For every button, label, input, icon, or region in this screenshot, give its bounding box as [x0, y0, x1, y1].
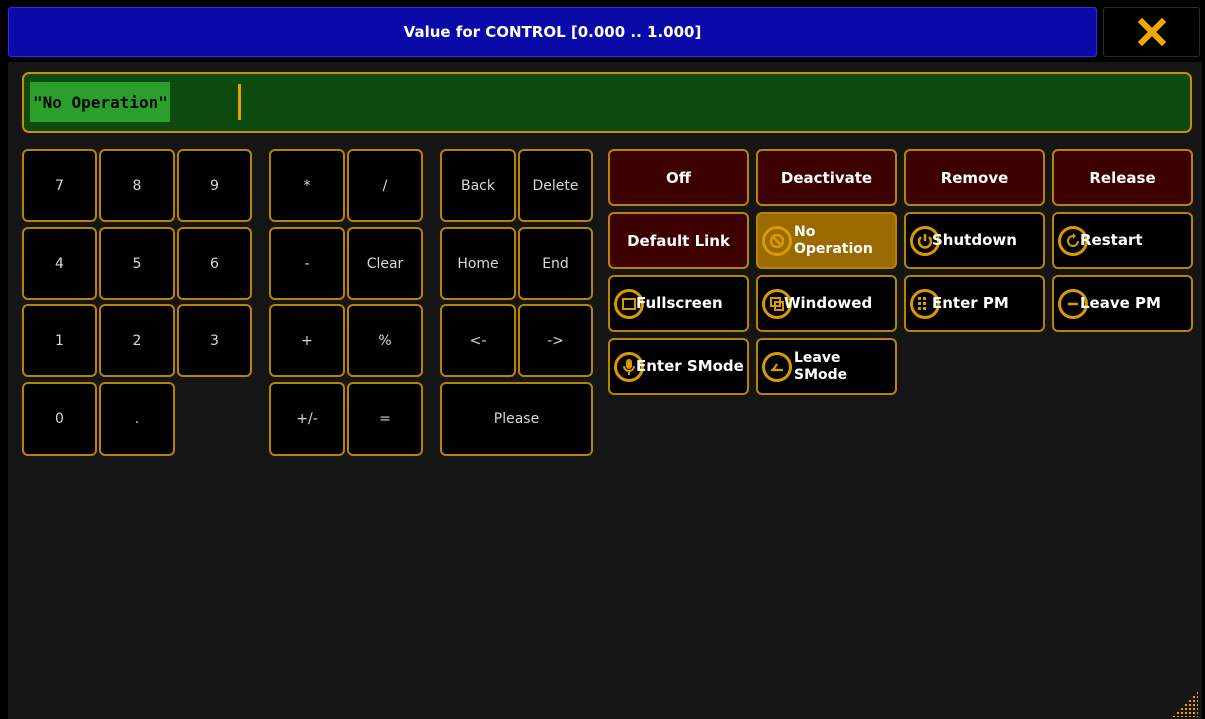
text-caret — [238, 84, 241, 120]
no-operation-button[interactable]: No Operation — [756, 212, 897, 269]
close-button[interactable] — [1103, 7, 1200, 57]
windowed-button[interactable]: Windowed — [756, 275, 897, 332]
release-button[interactable]: Release — [1052, 149, 1193, 206]
fullscreen-label: Fullscreen — [636, 294, 723, 312]
enter-smode-button[interactable]: Enter SMode — [608, 338, 749, 395]
key-1[interactable]: 1 — [22, 304, 97, 377]
leave-smode-label: Leave SMode — [794, 349, 848, 383]
key-9[interactable]: 9 — [177, 149, 252, 222]
key-decimal[interactable]: . — [99, 382, 175, 456]
key-equals[interactable]: = — [347, 382, 423, 456]
remove-button[interactable]: Remove — [904, 149, 1045, 206]
dialog-title: Value for CONTROL [0.000 .. 1.000] — [403, 23, 702, 41]
leave-pm-label: Leave PM — [1080, 294, 1161, 312]
leave-smode-icon — [762, 351, 792, 382]
enter-smode-label: Enter SMode — [636, 357, 744, 375]
key-end[interactable]: End — [518, 227, 593, 300]
key-multiply[interactable]: * — [269, 149, 345, 222]
no-operation-icon — [762, 225, 792, 256]
no-operation-label: No Operation — [794, 223, 873, 257]
key-please[interactable]: Please — [440, 382, 593, 456]
close-icon — [1137, 18, 1166, 46]
key-minus[interactable]: - — [269, 227, 345, 300]
default-link-button[interactable]: Default Link — [608, 212, 749, 269]
resize-grip-icon[interactable] — [1172, 691, 1198, 717]
key-plus-minus[interactable]: +/- — [269, 382, 345, 456]
key-0[interactable]: 0 — [22, 382, 97, 456]
key-cursor-right[interactable]: -> — [518, 304, 593, 377]
key-clear[interactable]: Clear — [347, 227, 423, 300]
key-divide[interactable]: / — [347, 149, 423, 222]
shutdown-button[interactable]: Shutdown — [904, 212, 1045, 269]
off-button[interactable]: Off — [608, 149, 749, 206]
key-5[interactable]: 5 — [99, 227, 175, 300]
restart-label: Restart — [1080, 231, 1143, 249]
shutdown-label: Shutdown — [932, 231, 1017, 249]
key-6[interactable]: 6 — [177, 227, 252, 300]
restart-button[interactable]: Restart — [1052, 212, 1193, 269]
key-4[interactable]: 4 — [22, 227, 97, 300]
key-cursor-left[interactable]: <- — [440, 304, 516, 377]
key-home[interactable]: Home — [440, 227, 516, 300]
windowed-label: Windowed — [784, 294, 873, 312]
deactivate-button[interactable]: Deactivate — [756, 149, 897, 206]
key-7[interactable]: 7 — [22, 149, 97, 222]
enter-pm-button[interactable]: Enter PM — [904, 275, 1045, 332]
key-8[interactable]: 8 — [99, 149, 175, 222]
selected-text: "No Operation" — [30, 82, 170, 122]
value-input[interactable]: "No Operation" — [22, 72, 1192, 133]
leave-smode-button[interactable]: Leave SMode — [756, 338, 897, 395]
dialog-title-bar: Value for CONTROL [0.000 .. 1.000] — [8, 7, 1097, 57]
leave-pm-button[interactable]: Leave PM — [1052, 275, 1193, 332]
enter-pm-label: Enter PM — [932, 294, 1009, 312]
key-3[interactable]: 3 — [177, 304, 252, 377]
fullscreen-button[interactable]: Fullscreen — [608, 275, 749, 332]
key-back[interactable]: Back — [440, 149, 516, 222]
key-percent[interactable]: % — [347, 304, 423, 377]
key-delete[interactable]: Delete — [518, 149, 593, 222]
key-plus[interactable]: + — [269, 304, 345, 377]
key-2[interactable]: 2 — [99, 304, 175, 377]
